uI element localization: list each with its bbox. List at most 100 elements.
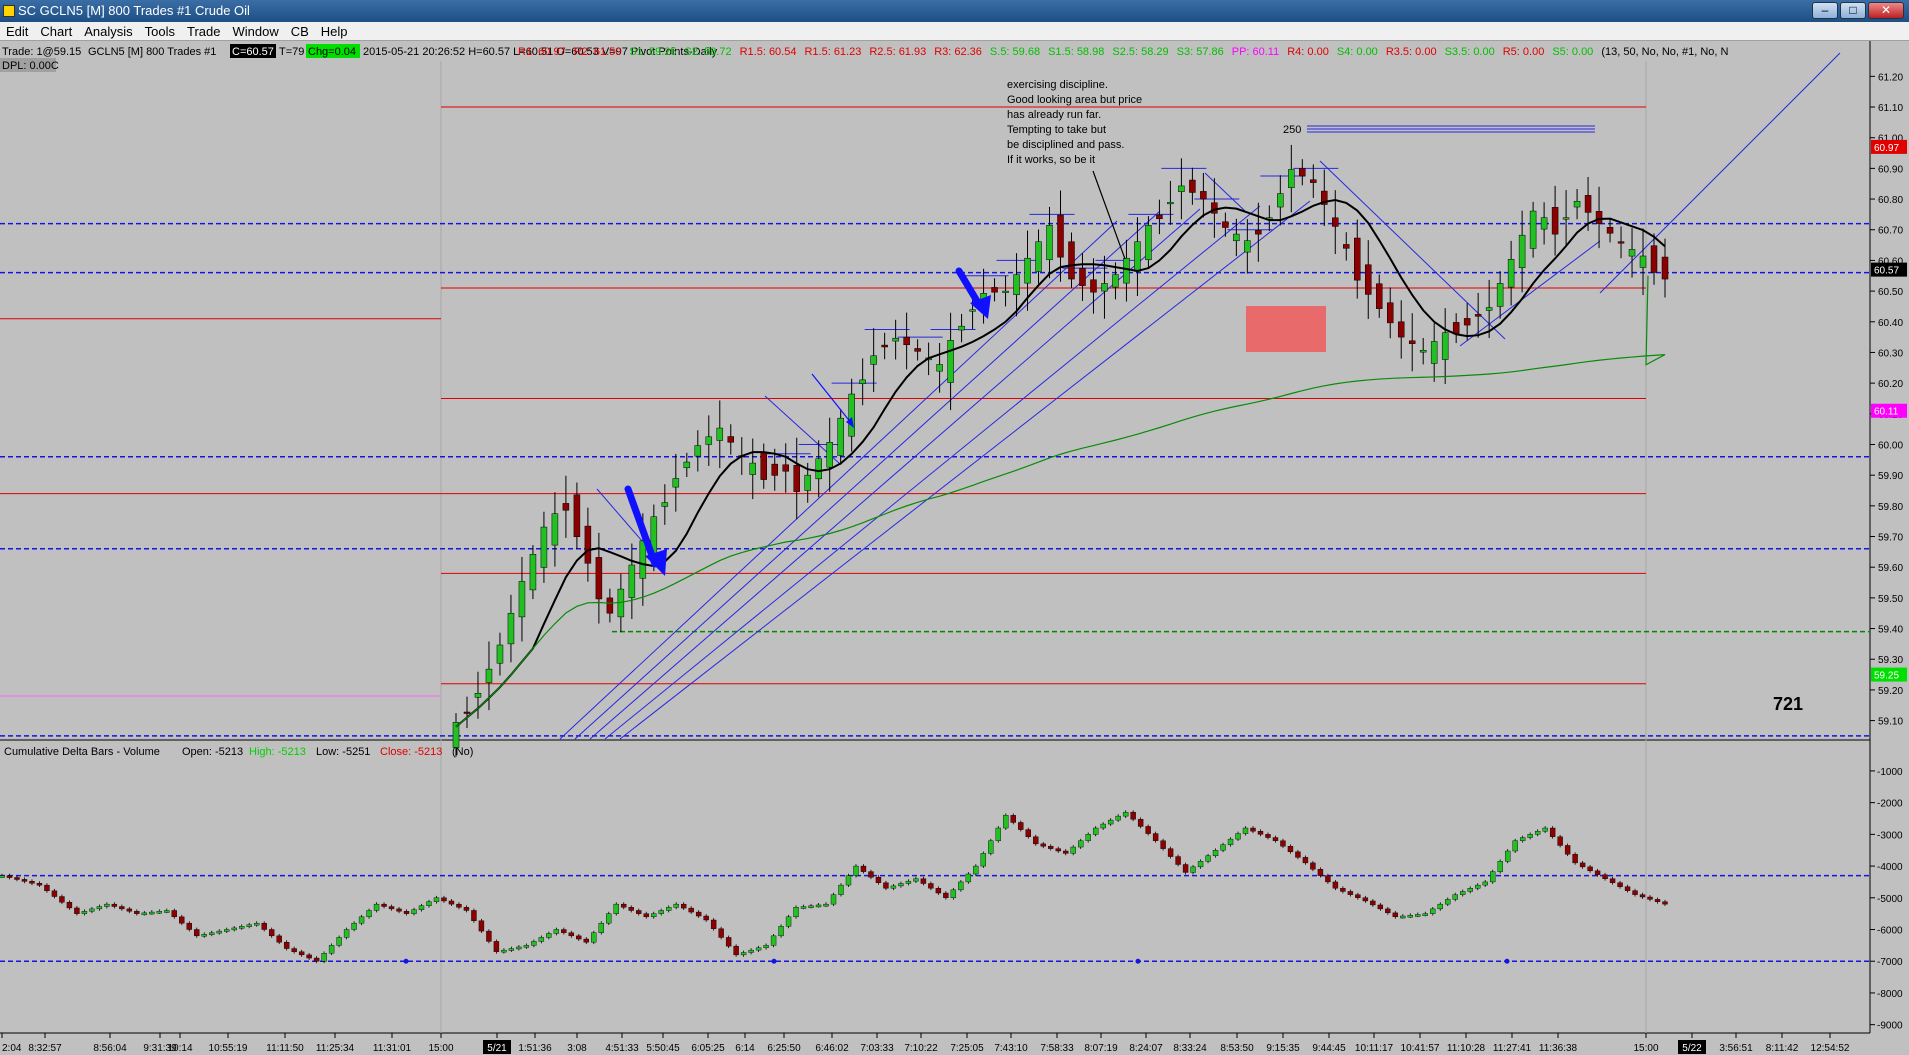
delta-bar bbox=[1070, 846, 1076, 854]
menu-tools[interactable]: Tools bbox=[139, 22, 181, 41]
delta-bar bbox=[51, 890, 58, 897]
price-panel[interactable] bbox=[0, 41, 1870, 741]
delta-bar bbox=[913, 878, 919, 882]
delta-bar bbox=[688, 907, 694, 913]
time-tick-label: 12:54:52 bbox=[1811, 1043, 1850, 1054]
delta-bar bbox=[291, 948, 297, 952]
delta-bar bbox=[1145, 826, 1151, 834]
delta-bar bbox=[1235, 833, 1241, 840]
candle-body bbox=[1518, 234, 1526, 269]
maximize-button[interactable]: □ bbox=[1840, 2, 1866, 19]
delta-bar bbox=[1452, 894, 1458, 900]
delta-bar bbox=[1490, 871, 1496, 883]
menu-analysis[interactable]: Analysis bbox=[78, 22, 138, 41]
delta-bar bbox=[426, 901, 432, 906]
candle-body bbox=[1145, 225, 1152, 261]
candle-body bbox=[1090, 279, 1097, 293]
delta-bar bbox=[1107, 819, 1114, 825]
close-button[interactable]: ✕ bbox=[1868, 2, 1904, 19]
candle-body bbox=[804, 474, 811, 491]
delta-panel[interactable] bbox=[0, 761, 1870, 1033]
delta-bar bbox=[283, 941, 290, 949]
delta-bar bbox=[216, 930, 222, 934]
candle-body bbox=[1584, 195, 1592, 213]
menu-window[interactable]: Window bbox=[226, 22, 284, 41]
delta-bar bbox=[1340, 888, 1346, 892]
candle-body bbox=[1540, 217, 1548, 230]
delta-bar bbox=[830, 894, 837, 905]
delta-bar bbox=[396, 908, 402, 912]
delta-bar bbox=[606, 913, 612, 924]
candle-body bbox=[1496, 283, 1504, 307]
minimize-button[interactable]: – bbox=[1812, 2, 1838, 19]
delta-open: Open: -5213 bbox=[182, 746, 243, 758]
candle-body bbox=[705, 436, 713, 445]
delta-bar bbox=[231, 927, 237, 931]
delta-bar bbox=[725, 937, 732, 947]
last-price: C=60.57 bbox=[232, 46, 274, 58]
menu-cb[interactable]: CB bbox=[285, 22, 315, 41]
candle-body bbox=[606, 597, 614, 614]
delta-bar bbox=[81, 911, 88, 914]
delta-bar bbox=[306, 954, 312, 959]
candle-body bbox=[1617, 241, 1625, 244]
delta-bar bbox=[1212, 850, 1219, 856]
delta-bar bbox=[995, 827, 1002, 841]
time-tick-label: 15:00 bbox=[428, 1043, 453, 1054]
menu-trade[interactable]: Trade bbox=[181, 22, 226, 41]
svg-text:Tempting to take but: Tempting to take but bbox=[1007, 124, 1106, 136]
pivot-label: R1.5: 60.54 bbox=[740, 46, 797, 58]
menu-chart[interactable]: Chart bbox=[34, 22, 78, 41]
candle-body bbox=[958, 325, 965, 331]
chart-canvas[interactable]: Trade: 1@59.15 GCLN5 [M] 800 Trades #1 C… bbox=[0, 41, 1909, 1055]
delta-bar bbox=[1025, 829, 1031, 837]
delta-bar bbox=[1182, 864, 1189, 873]
delta-bar bbox=[1647, 896, 1653, 900]
delta-bar bbox=[381, 903, 387, 907]
delta-bar bbox=[1205, 855, 1211, 862]
time-tick-label: 9:44:45 bbox=[1312, 1043, 1346, 1054]
candle-body bbox=[1562, 217, 1570, 220]
delta-bar bbox=[141, 912, 148, 916]
candle-body bbox=[1277, 193, 1284, 208]
candle-body bbox=[1419, 349, 1427, 353]
delta-bar bbox=[1392, 912, 1399, 918]
time-tick-label: 8:56:04 bbox=[93, 1043, 127, 1054]
delta-bar bbox=[1370, 900, 1376, 906]
price-tick-label: 59.70 bbox=[1878, 533, 1903, 544]
candle-body bbox=[1661, 256, 1669, 280]
delta-bar bbox=[111, 903, 118, 907]
delta-bar bbox=[1602, 874, 1608, 879]
candle-body bbox=[1386, 302, 1394, 324]
candle-body bbox=[529, 554, 537, 591]
delta-marker bbox=[1135, 958, 1141, 964]
delta-bar bbox=[1460, 891, 1466, 895]
delta-bar bbox=[261, 922, 267, 930]
delta-bar bbox=[651, 913, 657, 918]
price-tick-label: 60.90 bbox=[1878, 164, 1903, 175]
delta-bar bbox=[366, 910, 372, 918]
delta-bar bbox=[1437, 903, 1443, 910]
menu-edit[interactable]: Edit bbox=[0, 22, 34, 41]
delta-bar bbox=[126, 908, 133, 912]
delta-bar bbox=[478, 920, 485, 932]
candle-body bbox=[1167, 202, 1174, 205]
menu-help[interactable]: Help bbox=[315, 22, 354, 41]
delta-bar bbox=[598, 922, 604, 933]
time-tick-label: 3:56:51 bbox=[1719, 1043, 1753, 1054]
delta-bar bbox=[800, 906, 807, 909]
delta-bar bbox=[1092, 827, 1099, 835]
time-tick-label: 5:50:45 bbox=[646, 1043, 680, 1054]
delta-bar bbox=[1609, 878, 1616, 883]
time-tick-label: 7:58:33 bbox=[1040, 1043, 1074, 1054]
price-tick-label: 60.40 bbox=[1878, 318, 1903, 329]
candle-body bbox=[1628, 249, 1636, 257]
delta-bar bbox=[1197, 861, 1204, 868]
delta-bar bbox=[928, 883, 934, 889]
delta-bar bbox=[793, 907, 799, 918]
label-250: 250 bbox=[1283, 124, 1301, 136]
delta-bar bbox=[1048, 846, 1054, 849]
time-tick-label: 7:43:10 bbox=[994, 1043, 1028, 1054]
time-tick-label: 7:10:22 bbox=[904, 1043, 938, 1054]
candle-body bbox=[859, 379, 866, 384]
